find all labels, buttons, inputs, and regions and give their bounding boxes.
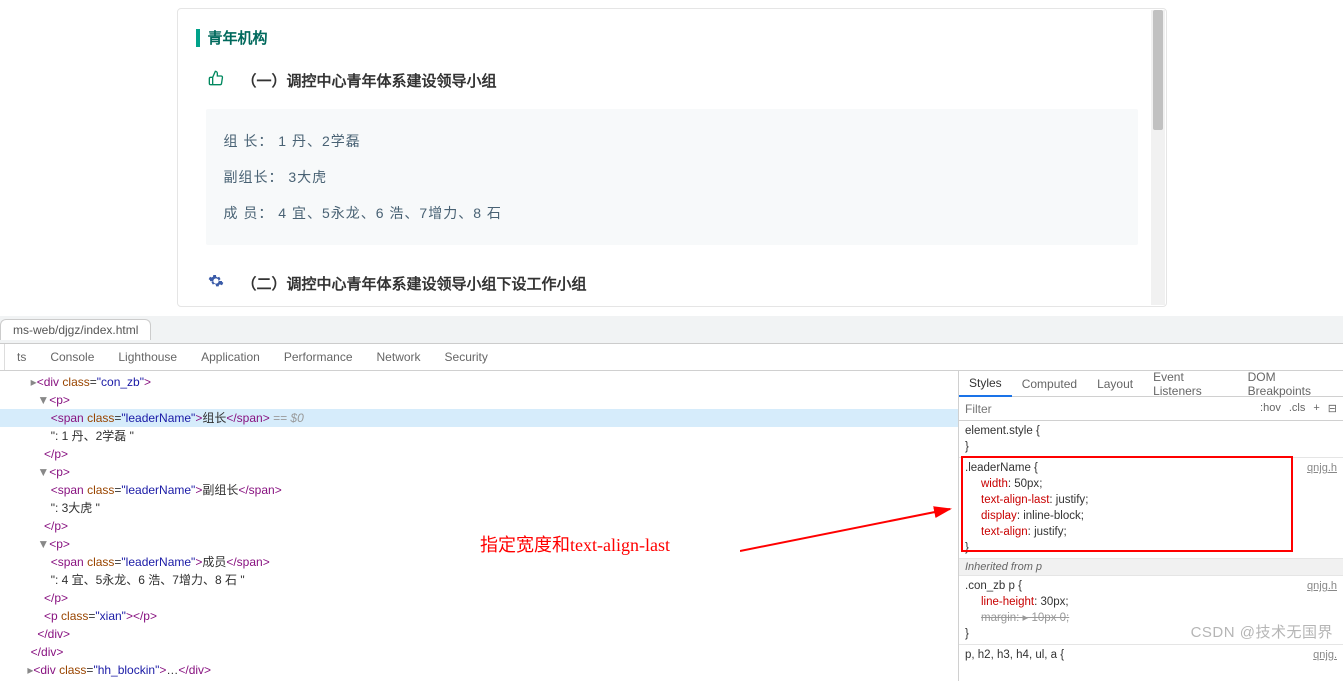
member-label: 成 员：	[224, 205, 274, 221]
tab-layout[interactable]: Layout	[1087, 372, 1143, 396]
member-line: 成 员： 4 宜、5永龙、6 浩、7增力、8 石	[224, 195, 1120, 231]
new-rule-button[interactable]: +	[1313, 402, 1319, 415]
tab-application[interactable]: Application	[189, 344, 272, 370]
annotation-text: 指定宽度和text-align-last	[480, 536, 670, 554]
dom-line[interactable]: </p>	[0, 589, 958, 607]
vice-value: 3大虎	[288, 169, 327, 185]
tab-performance[interactable]: Performance	[272, 344, 365, 370]
page-top: 青年机构 （一）调控中心青年体系建设领导小组 组 长： 1 丹、2学磊 副组长：…	[0, 8, 1343, 307]
dom-line[interactable]: </div>	[0, 643, 958, 661]
card-scrollbar[interactable]	[1151, 10, 1165, 305]
styles-filter-row: :hov .cls + ⊟	[959, 397, 1343, 421]
more-icon[interactable]: ⊟	[1328, 402, 1337, 415]
leadername-rule[interactable]: qnjg.h .leaderName { width: 50px; text-a…	[959, 457, 1343, 558]
tab-styles[interactable]: Styles	[959, 371, 1012, 397]
dom-line[interactable]: ▸<div class="hh_blockin">…</div>	[0, 661, 958, 679]
dom-line[interactable]: </p>	[0, 445, 958, 463]
page-title: 青年机构	[208, 27, 268, 48]
dom-tree-panel[interactable]: ▸<div class="con_zb"> ▼<p> <span class="…	[0, 371, 958, 681]
watermark: CSDN @技术无国界	[1191, 621, 1333, 642]
devtools-body: ▸<div class="con_zb"> ▼<p> <span class="…	[0, 371, 1343, 681]
vice-label: 副组长：	[224, 169, 284, 185]
generic-rule[interactable]: qnjg. p, h2, h3, h4, ul, a {	[959, 644, 1343, 665]
dom-line[interactable]: <span class="leaderName">副组长</span>	[0, 481, 958, 499]
rule-source-link[interactable]: qnjg.	[1313, 647, 1337, 663]
tab-network[interactable]: Network	[365, 344, 433, 370]
element-style-rule[interactable]: element.style { }	[959, 421, 1343, 457]
rule-source-link[interactable]: qnjg.h	[1307, 460, 1337, 476]
cog-icon	[208, 273, 224, 294]
scrollbar-thumb[interactable]	[1153, 10, 1163, 130]
devtools-tabs: ts Console Lighthouse Application Perfor…	[0, 344, 1343, 371]
info-block: 组 长： 1 丹、2学磊 副组长： 3大虎 成 员： 4 宜、5永龙、6 浩、7…	[206, 109, 1138, 245]
tab-console[interactable]: Console	[38, 344, 106, 370]
browser-tab-strip: ms-web/djgz/index.html	[0, 316, 1343, 344]
dom-line[interactable]: ▼<p>	[0, 391, 958, 409]
dom-line[interactable]: ▸<div class="con_zb">	[0, 373, 958, 391]
section-2-title: （二）调控中心青年体系建设领导小组下设工作小组	[242, 273, 587, 294]
dom-line[interactable]: ▼<p>	[0, 463, 958, 481]
hov-button[interactable]: :hov	[1260, 402, 1281, 415]
styles-filter-input[interactable]	[959, 400, 1254, 418]
vice-leader-line: 副组长： 3大虎	[224, 159, 1120, 195]
tab-lighthouse[interactable]: Lighthouse	[106, 344, 189, 370]
leader-label: 组 长：	[224, 133, 274, 149]
rule-source-link[interactable]: qnjg.h	[1307, 578, 1337, 594]
dom-line[interactable]: </div>	[0, 625, 958, 643]
leader-value: 1 丹、2学磊	[278, 133, 360, 149]
content-card: 青年机构 （一）调控中心青年体系建设领导小组 组 长： 1 丹、2学磊 副组长：…	[177, 8, 1167, 307]
member-value: 4 宜、5永龙、6 浩、7增力、8 石	[278, 205, 502, 221]
section-1-header: （一）调控中心青年体系建设领导小组	[178, 56, 1166, 105]
cls-button[interactable]: .cls	[1289, 402, 1306, 415]
section-2-header: （二）调控中心青年体系建设领导小组下设工作小组	[178, 259, 1166, 296]
card-title-row: 青年机构	[178, 19, 1166, 56]
dom-line-selected[interactable]: <span class="leaderName">组长</span> == $0	[0, 409, 958, 427]
dom-line[interactable]: ": 1 丹、2学磊 "	[0, 427, 958, 445]
leader-line: 组 长： 1 丹、2学磊	[224, 123, 1120, 159]
styles-tabs: Styles Computed Layout Event Listeners D…	[959, 371, 1343, 397]
inherited-label: Inherited from p	[959, 558, 1343, 576]
title-accent-bar	[196, 29, 200, 47]
annotation-arrow	[740, 501, 958, 561]
browser-tab[interactable]: ms-web/djgz/index.html	[0, 319, 151, 340]
tab-elements[interactable]: ts	[4, 344, 38, 370]
dom-line[interactable]: <p class="xian"></p>	[0, 607, 958, 625]
tab-computed[interactable]: Computed	[1012, 372, 1087, 396]
devtools: ts Console Lighthouse Application Perfor…	[0, 344, 1343, 658]
thumbs-up-icon	[208, 70, 224, 91]
tab-security[interactable]: Security	[433, 344, 500, 370]
section-1-title: （一）调控中心青年体系建设领导小组	[242, 70, 497, 91]
dom-line[interactable]: ": 4 宜、5永龙、6 浩、7增力、8 石 "	[0, 571, 958, 589]
